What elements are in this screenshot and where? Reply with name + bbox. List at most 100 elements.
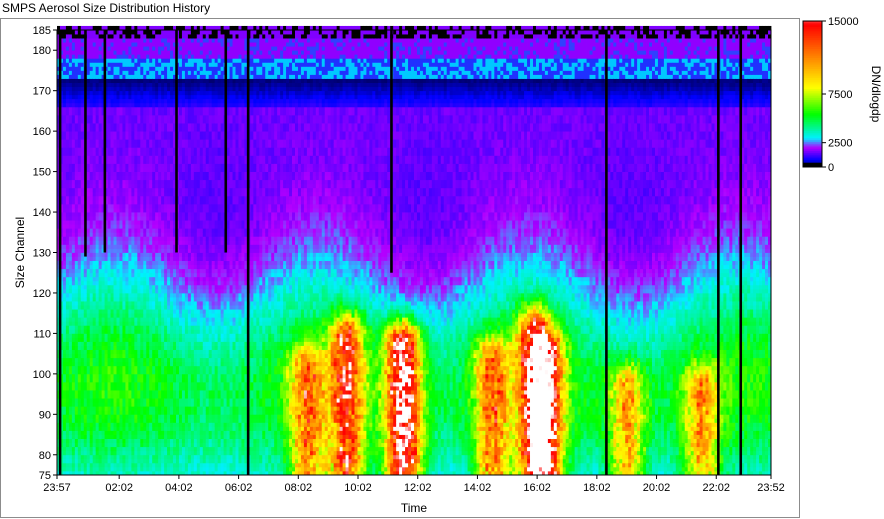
heatmap-cell xyxy=(131,358,134,362)
heatmap-cell xyxy=(72,366,75,370)
heatmap-cell xyxy=(179,176,182,180)
heatmap-cell xyxy=(146,119,149,123)
heatmap-cell xyxy=(117,374,120,378)
heatmap-cell xyxy=(185,273,188,277)
heatmap-cell xyxy=(149,204,152,208)
heatmap-cell xyxy=(128,426,131,430)
heatmap[interactable] xyxy=(57,26,771,475)
heatmap-cell xyxy=(108,362,111,366)
heatmap-cell xyxy=(182,184,185,188)
heatmap-cell xyxy=(128,244,131,248)
heatmap-cell xyxy=(122,467,125,471)
heatmap-cell xyxy=(102,285,105,289)
heatmap-cell xyxy=(134,281,137,285)
heatmap-cell xyxy=(78,358,81,362)
heatmap-cell xyxy=(72,257,75,261)
heatmap-cell xyxy=(176,358,179,362)
heatmap-cell xyxy=(152,402,155,406)
heatmap-cell xyxy=(182,305,185,309)
heatmap-cell xyxy=(161,467,164,471)
heatmap-cell xyxy=(96,261,99,265)
heatmap-cell xyxy=(96,151,99,155)
heatmap-cell xyxy=(69,151,72,155)
heatmap-cell xyxy=(161,236,164,240)
heatmap-cell xyxy=(170,451,173,455)
heatmap-cell xyxy=(122,103,125,107)
heatmap-cell xyxy=(84,329,87,333)
heatmap-cell xyxy=(179,329,182,333)
heatmap-cell xyxy=(99,459,102,463)
heatmap-cell xyxy=(122,386,125,390)
heatmap-cell xyxy=(78,289,81,293)
heatmap-cell xyxy=(119,30,122,34)
heatmap-cell xyxy=(185,451,188,455)
heatmap-cell xyxy=(63,370,66,374)
heatmap-cell xyxy=(87,342,90,346)
heatmap-cell xyxy=(93,87,96,91)
heatmap-cell xyxy=(143,123,146,127)
heatmap-cell xyxy=(108,204,111,208)
heatmap-cell xyxy=(87,143,90,147)
heatmap-cell xyxy=(114,317,117,321)
heatmap-cell xyxy=(158,172,161,176)
heatmap-cell xyxy=(143,70,146,74)
heatmap-cell xyxy=(167,168,170,172)
heatmap-cell xyxy=(149,447,152,451)
heatmap-cell xyxy=(122,410,125,414)
heatmap-cell xyxy=(137,91,140,95)
heatmap-cell xyxy=(122,374,125,378)
heatmap-cell xyxy=(96,325,99,329)
heatmap-cell xyxy=(99,30,102,34)
heatmap-cell xyxy=(111,418,114,422)
heatmap-cell xyxy=(179,447,182,451)
heatmap-cell xyxy=(176,265,179,269)
heatmap-cell xyxy=(78,463,81,467)
heatmap-cell xyxy=(131,228,134,232)
heatmap-cell xyxy=(164,378,167,382)
heatmap-cell xyxy=(108,394,111,398)
heatmap-cell xyxy=(105,439,108,443)
heatmap-cell xyxy=(72,66,75,70)
heatmap-cell xyxy=(114,151,117,155)
heatmap-cell xyxy=(69,83,72,87)
heatmap-cell xyxy=(167,443,170,447)
heatmap-cell xyxy=(81,58,84,62)
heatmap-cell xyxy=(114,204,117,208)
heatmap-cell xyxy=(66,107,69,111)
heatmap-cell xyxy=(152,188,155,192)
heatmap-cell xyxy=(93,192,96,196)
heatmap-cell xyxy=(108,91,111,95)
heatmap-cell xyxy=(152,95,155,99)
heatmap-cell xyxy=(117,220,120,224)
heatmap-cell xyxy=(105,406,108,410)
heatmap-cell xyxy=(78,305,81,309)
heatmap-cell xyxy=(63,329,66,333)
heatmap-cell xyxy=(90,216,93,220)
heatmap-cell xyxy=(99,91,102,95)
heatmap-cell xyxy=(164,463,167,467)
heatmap-cell xyxy=(140,224,143,228)
heatmap-cell xyxy=(137,159,140,163)
heatmap-cell xyxy=(155,261,158,265)
heatmap-cell xyxy=(108,253,111,257)
heatmap-cell xyxy=(188,390,191,394)
heatmap-cell xyxy=(155,362,158,366)
heatmap-cell xyxy=(137,358,140,362)
heatmap-cell xyxy=(188,261,191,265)
heatmap-cell xyxy=(149,164,152,168)
heatmap-cell xyxy=(99,200,102,204)
heatmap-cell xyxy=(81,38,84,42)
heatmap-cell xyxy=(114,410,117,414)
heatmap-cell xyxy=(99,406,102,410)
heatmap-cell xyxy=(81,66,84,70)
heatmap-cell xyxy=(170,184,173,188)
heatmap-cell xyxy=(63,70,66,74)
heatmap-cell xyxy=(75,236,78,240)
heatmap-cell xyxy=(185,216,188,220)
heatmap-cell xyxy=(173,362,176,366)
heatmap-cell xyxy=(105,394,108,398)
heatmap-cell xyxy=(125,70,128,74)
heatmap-cell xyxy=(63,305,66,309)
heatmap-cell xyxy=(164,172,167,176)
heatmap-cell xyxy=(114,176,117,180)
